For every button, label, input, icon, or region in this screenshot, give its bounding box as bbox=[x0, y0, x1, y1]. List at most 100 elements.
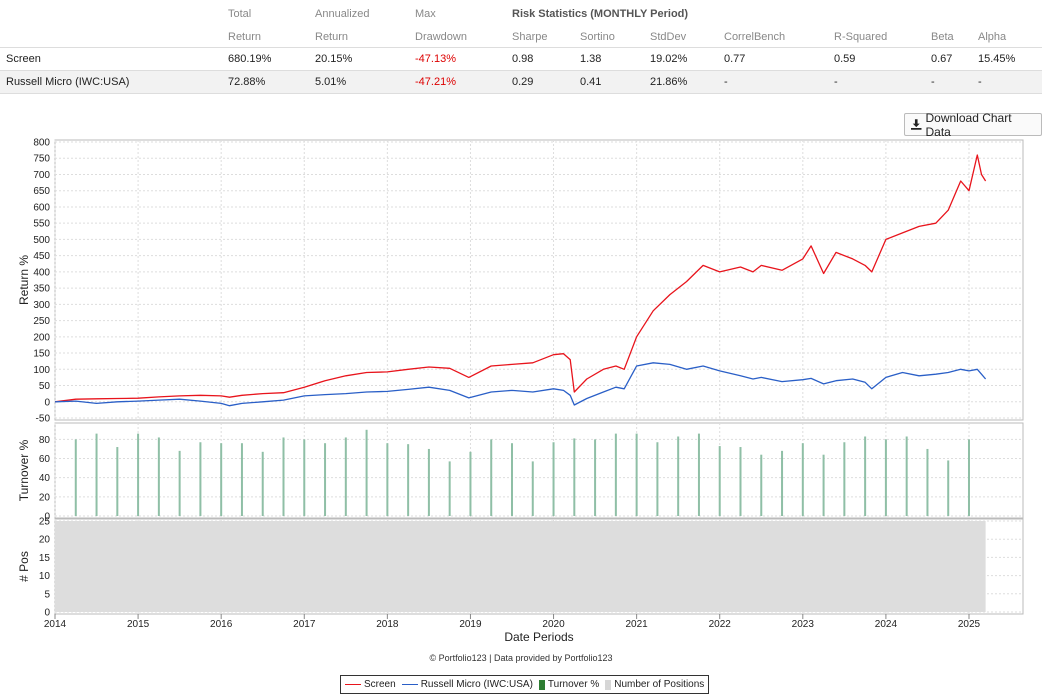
panel-frame bbox=[54, 139, 1024, 421]
turnover-bar bbox=[303, 439, 306, 516]
turnover-bar bbox=[365, 429, 368, 516]
turnover-bar bbox=[157, 437, 160, 516]
turnover-bar bbox=[137, 433, 140, 516]
performance-chart: 8007507006506005505004504003503002502001… bbox=[17, 138, 1024, 644]
y-tick-label: 600 bbox=[33, 202, 50, 213]
x-tick-label: 2023 bbox=[792, 619, 815, 630]
x-tick-label: 2020 bbox=[542, 619, 565, 630]
y-tick-label: 450 bbox=[33, 251, 50, 262]
turnover-bar bbox=[843, 442, 846, 516]
y-tick-label: 25 bbox=[39, 517, 51, 528]
legend-item-screen[interactable]: Screen bbox=[345, 679, 396, 690]
turnover-bar bbox=[760, 454, 763, 516]
y-tick-label: 750 bbox=[33, 154, 50, 165]
download-icon bbox=[911, 119, 922, 130]
x-tick-label: 2016 bbox=[210, 619, 233, 630]
turnover-bar bbox=[116, 447, 119, 516]
y-tick-label: -50 bbox=[36, 414, 51, 425]
legend-label: Screen bbox=[364, 679, 396, 690]
download-button-label: Download Chart Data bbox=[925, 110, 1012, 139]
legend-swatch bbox=[401, 684, 418, 685]
turnover-bar bbox=[95, 433, 98, 516]
x-tick-label: 2021 bbox=[626, 619, 649, 630]
y-tick-label: 5 bbox=[44, 589, 50, 600]
turnover-bar bbox=[510, 443, 513, 516]
turnover-bar bbox=[884, 439, 887, 516]
turnover-bar bbox=[531, 461, 534, 516]
x-tick-label: 2022 bbox=[709, 619, 732, 630]
x-tick-label: 2017 bbox=[293, 619, 316, 630]
x-tick-label: 2024 bbox=[875, 619, 898, 630]
turnover-bar bbox=[344, 437, 347, 516]
y-tick-label: 80 bbox=[39, 435, 51, 446]
turnover-bar bbox=[864, 436, 867, 516]
legend-label: Russell Micro (IWC:USA) bbox=[420, 679, 533, 690]
x-tick-label: 2025 bbox=[958, 619, 981, 630]
x-tick-label: 2015 bbox=[127, 619, 150, 630]
positions-area bbox=[55, 521, 986, 612]
y-axis-label: Return % bbox=[17, 255, 31, 305]
turnover-bar bbox=[739, 447, 742, 516]
x-tick-label: 2014 bbox=[44, 619, 67, 630]
y-tick-label: 700 bbox=[33, 170, 50, 181]
turnover-bar bbox=[718, 446, 721, 516]
y-tick-label: 100 bbox=[33, 365, 50, 376]
y-tick-label: 150 bbox=[33, 349, 50, 360]
y-axis-label: # Pos bbox=[17, 551, 31, 582]
y-tick-label: 200 bbox=[33, 332, 50, 343]
turnover-bar bbox=[427, 448, 430, 516]
y-tick-label: 10 bbox=[39, 571, 51, 582]
turnover-bar bbox=[552, 442, 555, 516]
turnover-bar bbox=[261, 451, 264, 516]
y-tick-label: 500 bbox=[33, 235, 50, 246]
turnover-bar bbox=[240, 443, 243, 516]
turnover-bar bbox=[697, 433, 700, 516]
y-tick-label: 350 bbox=[33, 284, 50, 295]
turnover-bar bbox=[656, 442, 659, 516]
legend-swatch bbox=[605, 679, 612, 690]
y-tick-label: 650 bbox=[33, 186, 50, 197]
download-chart-data-button[interactable]: Download Chart Data bbox=[904, 110, 1042, 139]
y-axis-label: Turnover % bbox=[17, 439, 31, 501]
turnover-bar bbox=[905, 436, 908, 516]
x-axis-label: Date Periods bbox=[504, 630, 573, 644]
legend-item-benchmark[interactable]: Russell Micro (IWC:USA) bbox=[401, 679, 533, 690]
y-tick-label: 15 bbox=[39, 553, 51, 564]
chart-legend: Screen Russell Micro (IWC:USA) Turnover … bbox=[340, 675, 710, 694]
y-tick-label: 800 bbox=[33, 138, 50, 149]
turnover-bar bbox=[594, 439, 597, 516]
turnover-bar bbox=[947, 460, 950, 516]
y-tick-label: 0 bbox=[44, 608, 50, 619]
y-tick-label: 250 bbox=[33, 316, 50, 327]
legend-item-turnover[interactable]: Turnover % bbox=[538, 679, 599, 690]
turnover-bar bbox=[220, 443, 223, 516]
turnover-bar bbox=[635, 433, 638, 516]
y-tick-label: 50 bbox=[39, 381, 51, 392]
y-tick-label: 60 bbox=[39, 454, 51, 465]
turnover-bar bbox=[74, 439, 77, 516]
turnover-bar bbox=[614, 433, 617, 516]
y-tick-label: 400 bbox=[33, 267, 50, 278]
turnover-bar bbox=[490, 439, 493, 516]
turnover-bar bbox=[926, 448, 929, 516]
legend-label: Number of Positions bbox=[614, 679, 705, 690]
turnover-bar bbox=[469, 451, 472, 516]
y-tick-label: 0 bbox=[44, 397, 50, 408]
turnover-bar bbox=[573, 438, 576, 516]
legend-item-positions[interactable]: Number of Positions bbox=[605, 679, 704, 690]
chart-panel-3: 25 20 15 10 5 0 # Pos bbox=[17, 517, 1024, 619]
turnover-bar bbox=[967, 439, 970, 516]
turnover-bar bbox=[407, 444, 410, 516]
turnover-bar bbox=[282, 437, 285, 516]
turnover-bar bbox=[199, 442, 202, 516]
turnover-bar bbox=[448, 461, 451, 516]
turnover-bar bbox=[178, 450, 181, 516]
chart-panel-1: 8007507006506005505004504003503002502001… bbox=[17, 138, 1024, 425]
chart-panel-2: 806040200Turnover % bbox=[17, 422, 1024, 523]
y-tick-label: 40 bbox=[39, 473, 51, 484]
turnover-bar bbox=[822, 454, 825, 516]
x-tick-label: 2019 bbox=[459, 619, 482, 630]
y-tick-label: 20 bbox=[39, 492, 51, 503]
turnover-bar bbox=[801, 443, 804, 516]
legend-swatch bbox=[538, 679, 545, 690]
